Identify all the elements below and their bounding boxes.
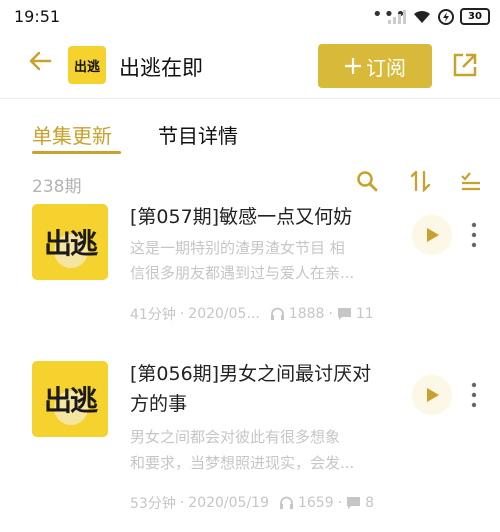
podcast-logo: 出逃: [68, 46, 106, 84]
episode-title: [第057期]敏感一点又何妨: [130, 206, 353, 228]
episode-cover: 出逃: [32, 361, 108, 437]
episode-date: 2020/05/19: [188, 495, 269, 511]
comment-icon: [347, 497, 361, 509]
headphones-icon: [279, 496, 293, 509]
episode-meta: 41分钟 · 2020/05... 1888 · 11: [130, 304, 374, 324]
episode-count: 238期: [32, 177, 82, 197]
headphones-icon: [270, 307, 284, 320]
tab-indicator: [32, 151, 121, 154]
batch-select-button[interactable]: [460, 170, 482, 196]
episode-desc-line2: 和要求，当梦想照进现实，会发...: [130, 454, 355, 472]
wifi-icon: [414, 10, 430, 23]
plus-icon: [345, 58, 361, 74]
episode-plays: 1659: [297, 495, 334, 511]
status-time: 19:51: [14, 7, 61, 26]
meta-separator: ·: [328, 306, 333, 322]
episode-desc-line1: 这是一期特别的渣男渣女节目 相: [130, 239, 345, 257]
episode-comments: 11: [355, 306, 374, 322]
episode-plays: 1888: [288, 306, 325, 322]
play-button[interactable]: [412, 375, 452, 415]
episode-title-line1: [第056期]男女之间最讨厌对: [130, 363, 372, 385]
list-check-icon: [461, 172, 480, 191]
tab-details[interactable]: 节目详情: [158, 120, 238, 149]
sort-button[interactable]: [410, 170, 432, 196]
more-vertical-icon: [471, 222, 477, 248]
cover-title: 出逃: [43, 227, 98, 260]
play-button[interactable]: [412, 215, 452, 255]
episode-desc-line1: 男女之间都会对彼此有很多想象: [130, 428, 341, 446]
search-icon: [357, 171, 378, 192]
play-icon: [427, 388, 439, 402]
more-button[interactable]: [470, 382, 478, 412]
subscribe-label: 订阅: [366, 55, 406, 80]
episode-item[interactable]: 出逃 [第057期]敏感一点又何妨 这是一期特别的渣男渣女节目 相 信很多朋友都…: [0, 198, 500, 338]
status-icons: 30: [388, 8, 490, 25]
charging-icon: [438, 8, 454, 25]
episode-duration: 53分钟: [130, 496, 176, 512]
play-icon: [427, 228, 439, 242]
header-divider: [0, 98, 500, 99]
meta-separator: ·: [337, 495, 343, 511]
episode-title-line2: 方的事: [130, 393, 188, 415]
episode-meta: 53分钟 · 2020/05/19 1659 · 8: [130, 493, 374, 513]
arrow-left-icon: [29, 51, 52, 71]
signal-icon: [388, 9, 406, 24]
back-button[interactable]: [28, 50, 52, 76]
comment-icon: [337, 308, 351, 320]
battery-icon: 30: [460, 8, 490, 25]
sort-icon: [410, 170, 431, 193]
meta-separator: ·: [179, 495, 185, 511]
cover-title: 出逃: [43, 384, 98, 417]
page-title: 出逃在即: [119, 56, 203, 80]
episode-cover: 出逃: [32, 204, 108, 280]
meta-separator: ·: [179, 306, 185, 322]
episode-date: 2020/05...: [188, 306, 260, 322]
episode-item[interactable]: 出逃 [第056期]男女之间最讨厌对 方的事 男女之间都会对彼此有很多想象 和要…: [0, 355, 500, 525]
tab-episodes[interactable]: 单集更新: [32, 120, 112, 149]
share-button[interactable]: [452, 52, 478, 82]
episode-duration: 41分钟: [130, 307, 176, 323]
more-vertical-icon: [471, 382, 477, 408]
share-icon: [453, 53, 477, 77]
more-button[interactable]: [470, 222, 478, 252]
search-button[interactable]: [356, 170, 378, 196]
episode-desc-line2: 信很多朋友都遇到过与爱人在亲...: [130, 264, 355, 282]
episode-comments: 8: [365, 495, 374, 511]
subscribe-button[interactable]: 订阅: [318, 44, 432, 88]
